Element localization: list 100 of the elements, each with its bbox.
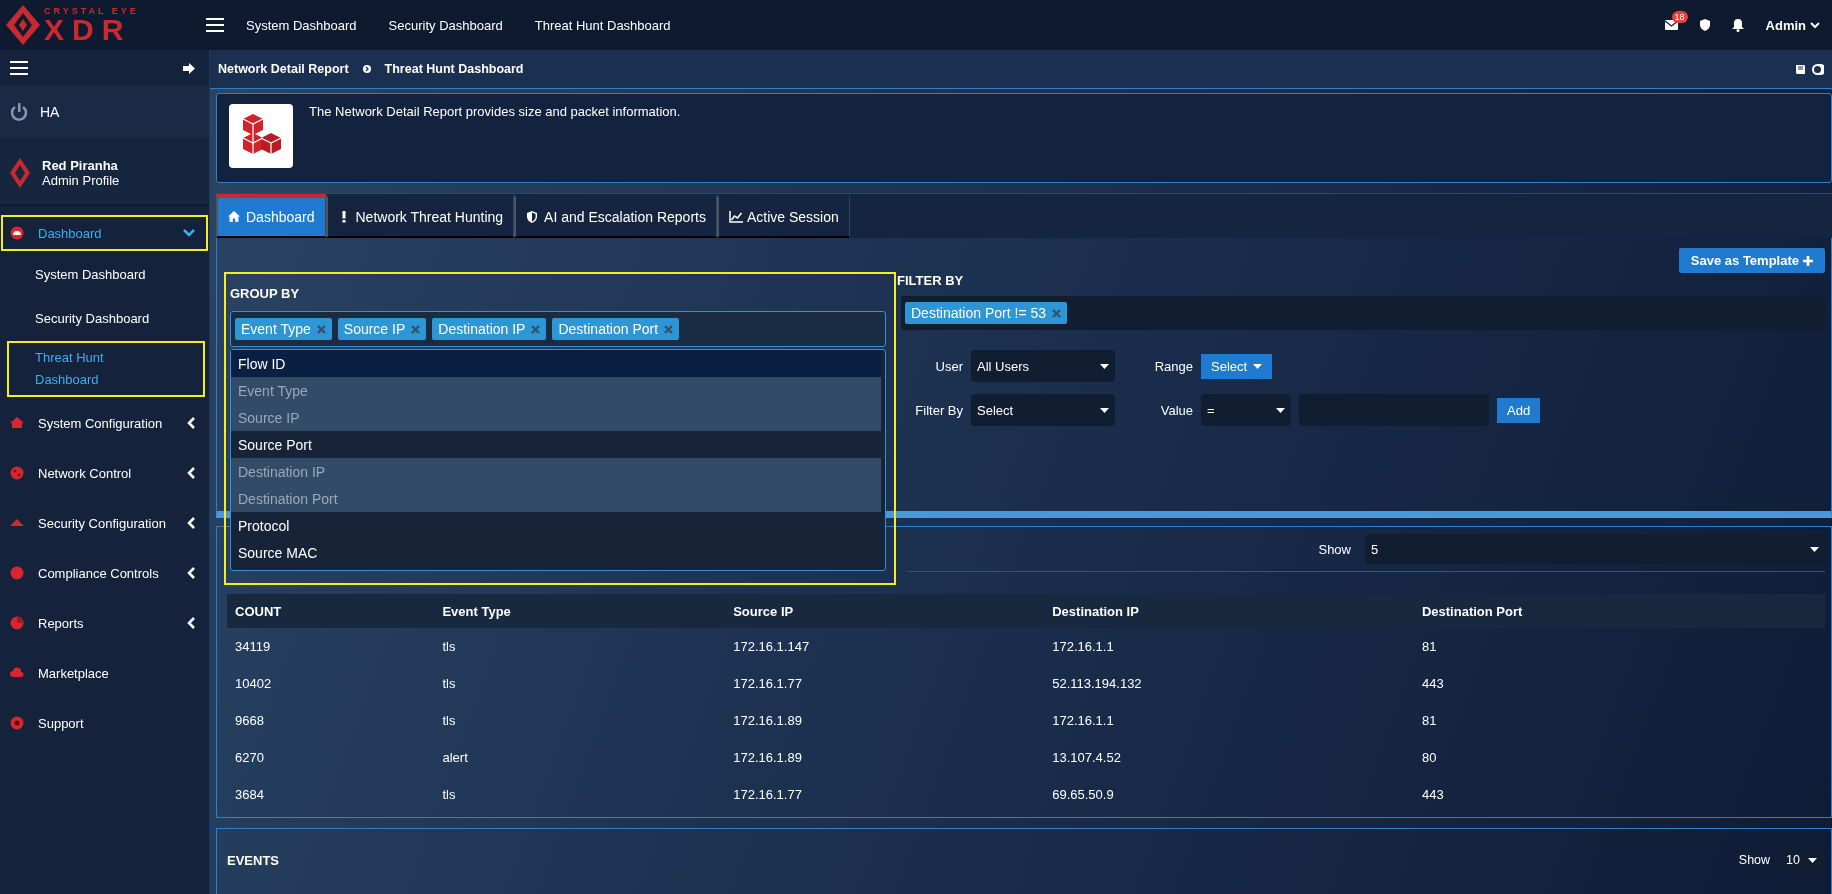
dropdown-option[interactable]: Event Type — [231, 377, 881, 404]
globe-icon — [10, 466, 24, 480]
circle-icon — [10, 566, 24, 580]
cloud-icon — [10, 666, 24, 680]
chevron-left-icon — [187, 467, 195, 479]
tab[interactable]: Dashboard — [216, 194, 326, 238]
pie-chart-icon — [10, 616, 24, 630]
envelope-icon[interactable] — [1664, 20, 1678, 30]
filter-select[interactable]: Select — [971, 394, 1115, 426]
dropdown-option[interactable]: Protocol — [231, 512, 881, 539]
tag-label: Destination Port — [558, 321, 659, 337]
field-label: Range — [1153, 358, 1193, 374]
profile-role: Admin Profile — [42, 173, 120, 188]
bell-icon[interactable] — [1731, 18, 1744, 32]
table-cell: 34119 — [227, 628, 435, 665]
notification-badge: 18 — [1671, 11, 1688, 23]
sidebar-item[interactable]: System Configuration — [0, 398, 209, 448]
chevron-left-icon — [187, 567, 195, 579]
dropdown-option[interactable]: Flow ID — [231, 350, 881, 377]
remove-icon[interactable] — [664, 324, 674, 334]
section-heading: EVENTS — [227, 853, 279, 868]
sidebar-item[interactable]: Compliance Controls — [0, 548, 209, 598]
nav-link[interactable]: Threat Hunt Dashboard — [534, 17, 671, 33]
sidebar-item[interactable]: Network Control — [0, 448, 209, 498]
add-button[interactable]: Add — [1497, 397, 1541, 423]
field-label: Value — [1159, 402, 1193, 418]
table-cell-text: alert — [441, 749, 469, 767]
shield-icon[interactable] — [1699, 19, 1710, 31]
column-header: Event Type — [434, 594, 726, 628]
table-cell-text: 9668 — [234, 712, 265, 730]
sidebar-subitem[interactable]: Security Dashboard — [0, 296, 209, 340]
column-header: Destination IP — [1044, 594, 1414, 628]
tag-label: Source IP — [343, 321, 406, 337]
sign-out-icon[interactable] — [183, 62, 195, 74]
page-size-select[interactable]: 10 — [1780, 849, 1823, 871]
caret-icon — [1276, 407, 1285, 413]
sidebar-item[interactable]: Security Configuration — [0, 498, 209, 548]
remove-icon[interactable] — [316, 324, 326, 334]
sidebar-item[interactable]: Support — [0, 698, 209, 748]
table-cell: tls — [434, 628, 726, 665]
caret-icon — [1100, 363, 1109, 369]
sidebar-item[interactable]: Marketplace — [0, 648, 209, 698]
remove-icon[interactable] — [1052, 308, 1062, 318]
dropdown-option[interactable]: Destination IP — [231, 458, 881, 485]
menu-icon[interactable] — [206, 18, 224, 32]
dropdown-option[interactable]: Source MAC — [231, 539, 881, 566]
save-template-button[interactable]: Save as Template — [1678, 248, 1825, 273]
table-cell-text: 3684 — [234, 786, 265, 804]
chevron-down-icon — [183, 229, 195, 237]
user-name: Admin — [1765, 17, 1806, 33]
table-cell-text: 172.16.1.1 — [1051, 712, 1115, 730]
lifebuoy-icon — [10, 716, 24, 730]
sidebar-subitem[interactable]: Threat Hunt Dashboard — [6, 340, 206, 398]
column-header: Source IP — [725, 594, 1045, 628]
user-select[interactable]: All Users — [971, 350, 1115, 382]
table-cell-text: 172.16.1.77 — [732, 675, 803, 693]
logo-wordmark: XDR — [44, 15, 132, 44]
tag-label: Destination IP — [438, 321, 526, 337]
tab[interactable]: Network Threat Hunting — [325, 194, 515, 238]
logo-tagline: CRYSTAL EYE — [44, 6, 139, 16]
dropdown-option[interactable]: Source IP — [231, 404, 881, 431]
line-chart-icon — [728, 211, 743, 223]
table-cell-text: 13.107.4.52 — [1051, 749, 1122, 767]
remove-icon[interactable] — [531, 324, 541, 334]
caret-icon — [1808, 857, 1817, 863]
table-cell: 172.16.1.1 — [1044, 628, 1414, 665]
table-cell-text: tls — [441, 675, 457, 693]
table-cell-text: 172.16.1.89 — [732, 712, 803, 730]
home-icon — [228, 211, 242, 223]
nav-link[interactable]: System Dashboard — [246, 17, 357, 33]
menu-icon[interactable] — [10, 61, 28, 75]
range-select-button[interactable]: Select — [1201, 353, 1273, 379]
tab[interactable]: AI and Escalation Reports — [514, 194, 717, 238]
nav-link[interactable]: Security Dashboard — [388, 17, 503, 33]
tab[interactable]: Active Session — [716, 194, 850, 238]
page-size-select[interactable]: 5 — [1365, 534, 1825, 564]
field-label: User — [934, 358, 963, 374]
breadcrumb-link[interactable]: Threat Hunt Dashboard — [384, 62, 524, 76]
remove-icon[interactable] — [411, 324, 421, 334]
toggle-icon[interactable] — [1812, 63, 1824, 75]
sidebar-subitem[interactable]: System Dashboard — [0, 252, 209, 296]
gauge-icon — [10, 226, 24, 240]
table-cell-text: 6270 — [234, 749, 265, 767]
breadcrumb-link[interactable]: Network Detail Report — [218, 62, 349, 76]
sidebar-item[interactable]: Reports — [0, 598, 209, 648]
user-menu[interactable]: Admin — [1765, 17, 1820, 33]
tag-label: Destination Port != 53 — [911, 305, 1047, 321]
table-cell-text: 69.65.50.9 — [1051, 786, 1115, 804]
chevron-left-icon — [187, 417, 195, 429]
house-icon — [10, 416, 24, 430]
table-cell: 81 — [1413, 628, 1825, 665]
column-header: Destination Port — [1413, 594, 1825, 628]
chevron-down-icon — [1810, 21, 1820, 29]
dropdown-option[interactable]: Source Port — [231, 431, 881, 458]
sidebar-item[interactable]: Dashboard — [0, 214, 209, 252]
operator-select[interactable]: = — [1201, 394, 1291, 426]
dropdown-option[interactable]: Destination Port — [231, 485, 881, 512]
table-cell-text: 172.16.1.77 — [732, 786, 803, 804]
circle-arrow-icon — [362, 65, 371, 73]
table-cell-text: 81 — [1420, 712, 1438, 730]
